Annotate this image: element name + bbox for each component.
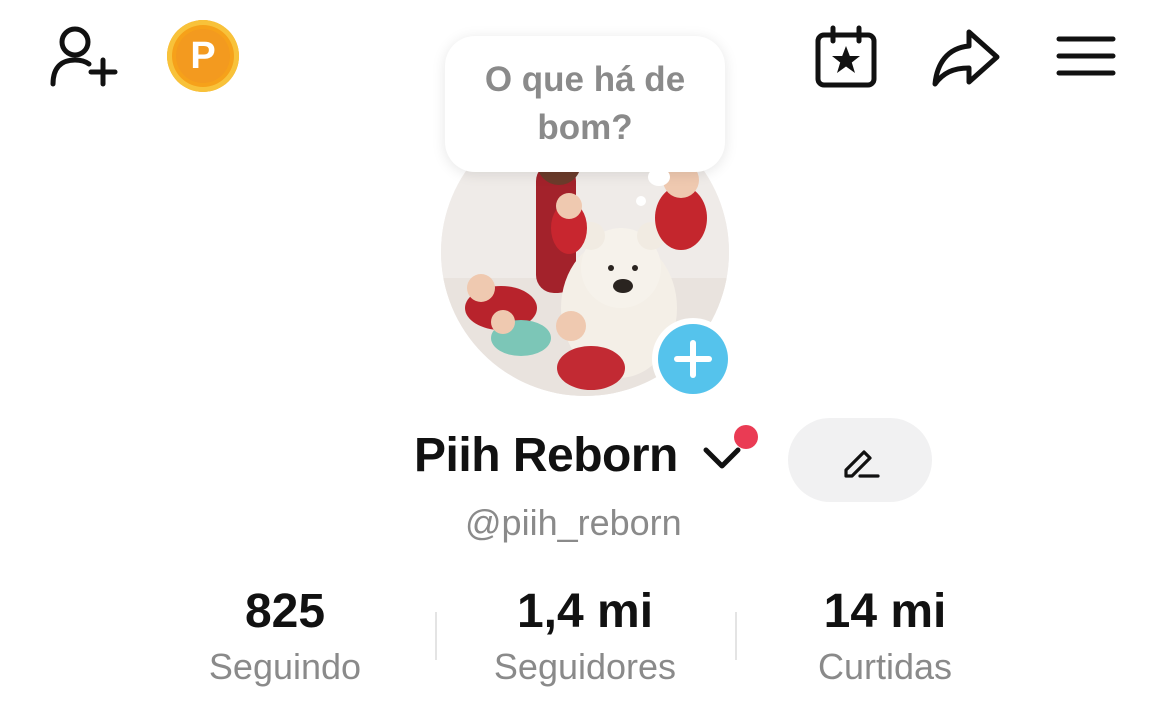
status-bubble[interactable]: O que há de bom? bbox=[445, 36, 725, 172]
bubble-tail-dot bbox=[636, 196, 646, 206]
stat-followers-value: 1,4 mi bbox=[516, 585, 654, 638]
stat-likes-value: 14 mi bbox=[823, 585, 947, 638]
pencil-icon bbox=[844, 450, 880, 478]
stat-likes-label: Curtidas bbox=[817, 646, 953, 687]
calendar-button[interactable] bbox=[810, 22, 882, 92]
coin-button[interactable]: P bbox=[167, 20, 239, 92]
calendar-star-icon bbox=[815, 25, 877, 88]
share-arrow-icon bbox=[932, 29, 1000, 87]
plus-icon bbox=[658, 324, 728, 394]
stat-likes[interactable]: 14 mi Curtidas bbox=[735, 584, 1035, 694]
bubble-tail bbox=[648, 168, 670, 186]
chevron-down-icon[interactable] bbox=[702, 444, 742, 477]
profile-handle: @piih_reborn bbox=[465, 502, 682, 543]
coin-letter: P bbox=[190, 34, 216, 77]
add-story-button[interactable] bbox=[652, 318, 734, 400]
stat-following-value: 825 bbox=[244, 585, 326, 638]
add-friend-button[interactable] bbox=[44, 22, 124, 92]
share-button[interactable] bbox=[926, 22, 1004, 92]
stat-followers-label: Seguidores bbox=[493, 646, 677, 687]
hamburger-menu-icon bbox=[1056, 36, 1116, 76]
menu-button[interactable] bbox=[1052, 26, 1120, 86]
notification-dot bbox=[734, 425, 758, 449]
stat-followers[interactable]: 1,4 mi Seguidores bbox=[435, 584, 735, 694]
add-user-icon bbox=[50, 26, 118, 87]
stat-following[interactable]: 825 Seguindo bbox=[135, 584, 435, 694]
profile-name[interactable]: Piih Reborn bbox=[414, 428, 678, 483]
coin-p-icon: P bbox=[176, 29, 230, 83]
stat-following-label: Seguindo bbox=[208, 646, 362, 687]
edit-profile-button[interactable] bbox=[788, 418, 932, 502]
status-bubble-text: O que há de bom? bbox=[484, 60, 686, 147]
